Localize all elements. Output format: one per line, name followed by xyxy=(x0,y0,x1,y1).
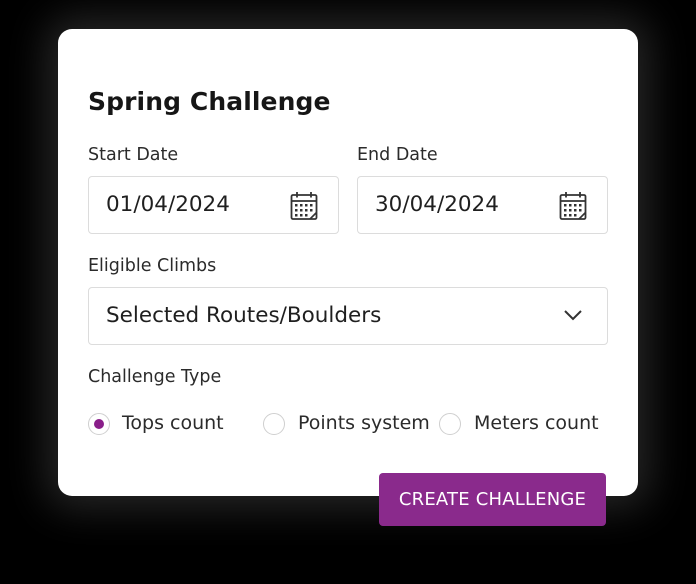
challenge-type-label: Challenge Type xyxy=(88,367,222,387)
end-date-value: 30/04/2024 xyxy=(375,192,499,217)
start-date-value: 01/04/2024 xyxy=(106,192,230,217)
end-date-field[interactable]: 30/04/2024 xyxy=(357,176,608,234)
start-date-field[interactable]: 01/04/2024 xyxy=(88,176,339,234)
radio-label-points-system: Points system xyxy=(298,412,430,434)
form-title: Spring Challenge xyxy=(88,87,331,116)
radio-label-meters-count: Meters count xyxy=(474,412,599,434)
radio-button[interactable] xyxy=(88,413,110,435)
end-date-label: End Date xyxy=(357,145,438,165)
radio-button[interactable] xyxy=(439,413,461,435)
calendar-icon[interactable] xyxy=(559,191,587,221)
create-challenge-button[interactable]: CREATE CHALLENGE xyxy=(379,473,606,526)
eligible-climbs-value: Selected Routes/Boulders xyxy=(106,303,382,328)
radio-label-tops-count: Tops count xyxy=(122,412,224,434)
chevron-down-icon[interactable] xyxy=(563,308,583,322)
radio-button[interactable] xyxy=(263,413,285,435)
eligible-climbs-label: Eligible Climbs xyxy=(88,256,217,276)
eligible-climbs-select[interactable]: Selected Routes/Boulders xyxy=(88,287,608,345)
start-date-label: Start Date xyxy=(88,145,179,165)
calendar-icon[interactable] xyxy=(290,191,318,221)
challenge-form-card: Spring Challenge Start Date 01/04/2024 E… xyxy=(58,29,638,496)
